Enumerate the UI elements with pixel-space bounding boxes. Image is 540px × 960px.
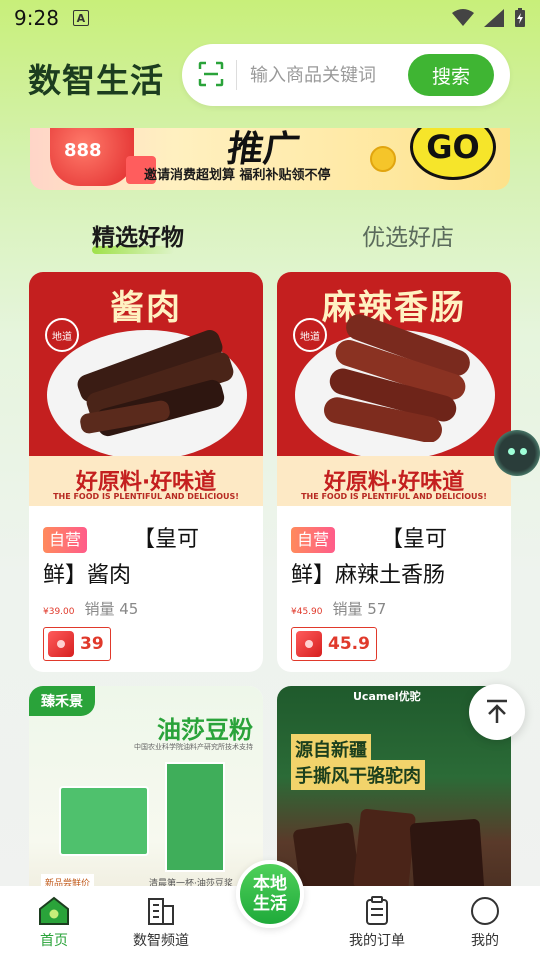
profile-icon: [471, 897, 499, 925]
brand-tag: 臻禾景: [29, 686, 95, 716]
tab-featured-goods[interactable]: 精选好物: [92, 218, 184, 252]
building-icon: [148, 898, 174, 925]
status-time: 9:28: [14, 6, 59, 30]
product-slogan-en: THE FOOD IS PLENTIFUL AND DELICIOUS!: [53, 492, 239, 501]
robot-eye: [520, 448, 527, 455]
original-price: ¥39.00: [43, 607, 75, 617]
assistant-robot-icon[interactable]: [494, 430, 540, 476]
product-name-part2: 鲜】酱肉: [43, 563, 132, 588]
product-image-subtitle: 中国农业科学院油料产研究所技术支持: [134, 743, 253, 751]
product-name: 自营 【皇可 鲜】酱肉: [43, 522, 249, 594]
price-line: ¥39.00 销量 45: [43, 598, 249, 619]
sales-count: 销量 45: [84, 600, 139, 618]
sauce-meat-image: [77, 330, 234, 437]
search-divider: [236, 60, 237, 90]
nav-label: 我的订单: [349, 933, 405, 949]
wifi-icon: [452, 9, 474, 26]
product-box: [165, 762, 225, 872]
arrow-up-icon: [487, 699, 507, 723]
app-logo: 数智生活: [28, 61, 164, 100]
brand-logo: Ucamel优驼: [353, 690, 421, 703]
banner-coin-text: 888: [64, 140, 102, 161]
go-badge: GO: [410, 128, 496, 180]
product-box: [59, 786, 149, 856]
nav-channel[interactable]: 数智频道: [116, 896, 206, 950]
red-packet-icon: [48, 631, 74, 657]
product-name-part2: 鲜】麻辣土香肠: [291, 563, 446, 588]
product-name-part1: 【皇可: [381, 527, 448, 552]
notification-icon: A: [72, 10, 89, 26]
signal-icon: [484, 9, 504, 27]
self-operated-tag: 自营: [291, 527, 336, 553]
nav-home[interactable]: 首页: [9, 896, 99, 950]
banner-subtitle: 邀请消费超划算 福利补贴领不停: [144, 168, 331, 183]
nav-label: 我的: [471, 933, 499, 949]
battery-charging-icon: [515, 8, 525, 27]
robot-eye: [508, 448, 515, 455]
coupon-price: 39: [43, 627, 111, 661]
coupon-value: 39: [80, 634, 104, 654]
red-packet-icon: [296, 631, 322, 657]
authentic-badge: 地道: [293, 318, 327, 352]
product-image: 酱肉 地道 好原料·好味道 THE FOOD IS PLENTIFUL AND …: [29, 272, 263, 506]
search-input[interactable]: [250, 60, 400, 90]
product-image-title: 油莎豆粉: [157, 716, 253, 744]
scan-icon[interactable]: [198, 61, 224, 87]
home-icon: [39, 896, 69, 925]
app-header: 数智生活 搜索: [0, 40, 540, 112]
original-price: ¥45.90: [291, 607, 323, 617]
nav-profile[interactable]: 我的: [440, 896, 530, 950]
search-box[interactable]: 搜索: [182, 44, 510, 106]
product-card[interactable]: 酱肉 地道 好原料·好味道 THE FOOD IS PLENTIFUL AND …: [29, 272, 263, 672]
tab-featured-stores[interactable]: 优选好店: [362, 218, 454, 252]
nav-label: 首页: [40, 933, 68, 949]
product-image: 麻辣香肠 地道 好原料·好味道 THE FOOD IS PLENTIFUL AN…: [277, 272, 511, 506]
product-card[interactable]: 麻辣香肠 地道 好原料·好味道 THE FOOD IS PLENTIFUL AN…: [277, 272, 511, 672]
product-info: 自营 【皇可 鲜】酱肉 ¥39.00 销量 45 39: [29, 506, 263, 661]
product-info: 自营 【皇可鲜】麻辣土香肠 ¥45.90 销量 57 45.9: [277, 506, 511, 661]
coin-icon: [370, 146, 396, 172]
self-operated-tag: 自营: [43, 527, 88, 553]
search-button[interactable]: 搜索: [408, 54, 494, 96]
status-icons: [452, 8, 526, 28]
back-to-top-button[interactable]: [469, 684, 525, 740]
sales-count: 销量 57: [332, 600, 387, 618]
coupon-value: 45.9: [328, 634, 370, 654]
clipboard-icon: [366, 896, 388, 925]
category-tabs: 精选好物 优选好店: [0, 210, 540, 260]
product-name-part1: 【皇可: [133, 527, 200, 552]
status-bar: 9:28 A: [0, 0, 540, 36]
product-image-subtitle: 手撕风干骆驼肉: [291, 760, 425, 790]
price-line: ¥45.90 销量 57: [291, 598, 497, 619]
coupon-price: 45.9: [291, 627, 377, 661]
sausage-image: [324, 314, 470, 442]
promo-banner[interactable]: 888 推广 邀请消费超划算 福利补贴领不停 GO: [30, 128, 510, 190]
authentic-badge: 地道: [45, 318, 79, 352]
product-name: 自营 【皇可鲜】麻辣土香肠: [291, 522, 497, 594]
nav-label: 数智频道: [133, 933, 189, 949]
nav-orders[interactable]: 我的订单: [332, 896, 422, 950]
product-slogan-en: THE FOOD IS PLENTIFUL AND DELICIOUS!: [301, 492, 487, 501]
nav-local-life[interactable]: 本地 生活: [236, 860, 304, 928]
